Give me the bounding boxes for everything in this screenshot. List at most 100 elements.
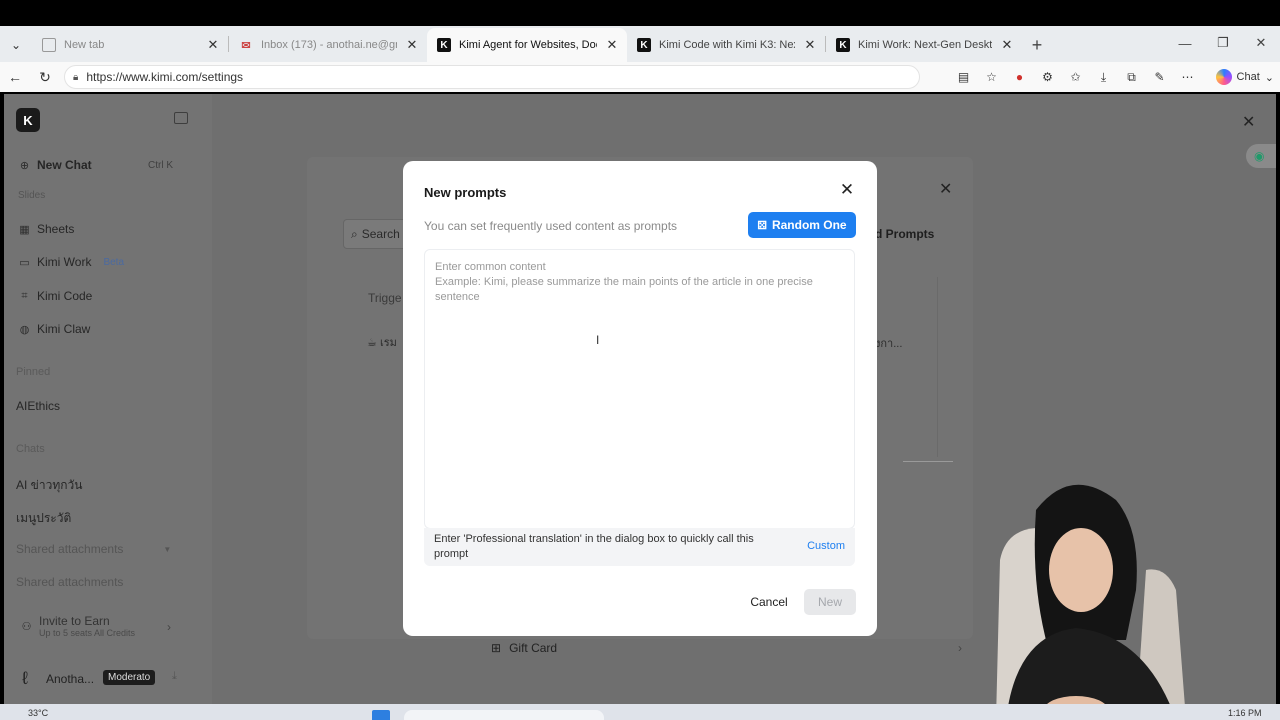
prompt-row-trigger[interactable]: ☕︎ เรม bbox=[367, 333, 397, 351]
pinned-section-label: Pinned bbox=[16, 366, 51, 378]
floating-helper-icon[interactable]: ◉ bbox=[1246, 144, 1276, 168]
random-one-label: Random One bbox=[771, 218, 847, 232]
tab-new-tab[interactable]: New tab ✕ bbox=[32, 28, 228, 62]
prompt-row-content: งกา... bbox=[875, 338, 903, 350]
sidebar-item-new-chat[interactable]: ⊕ New Chat bbox=[18, 158, 92, 172]
screenshot-icon[interactable]: ⧉ bbox=[1118, 64, 1146, 90]
reader-view-icon[interactable]: ▤ bbox=[950, 64, 978, 90]
browser-tab-strip: ⌄ New tab ✕ ✉ Inbox (173) - anothai.ne@g… bbox=[0, 26, 1280, 62]
settings-scrollbar[interactable] bbox=[937, 277, 938, 457]
reload-icon[interactable]: ↻ bbox=[30, 62, 60, 92]
window-controls: — ❐ ✕ bbox=[1166, 26, 1280, 60]
site-info-icon[interactable]: 🔒︎ bbox=[73, 72, 78, 83]
user-name[interactable]: Anotha... bbox=[46, 672, 94, 686]
kimi-icon: K bbox=[637, 38, 651, 52]
kimi-icon: K bbox=[836, 38, 850, 52]
sidebar-item-kimi-work[interactable]: ▭ Kimi Work Beta bbox=[18, 255, 124, 269]
tab-close-icon[interactable]: ✕ bbox=[206, 37, 220, 53]
chats-section-label: Chats bbox=[16, 443, 45, 455]
gift-card-icon: ⊞ bbox=[491, 641, 502, 655]
tab-close-icon[interactable]: ✕ bbox=[803, 37, 817, 53]
invite-subtitle: Up to 5 seats All Credits bbox=[39, 628, 136, 638]
divider bbox=[903, 461, 953, 462]
random-one-button[interactable]: ⚄ Random One bbox=[748, 212, 856, 238]
sidebar-item-kimi-code[interactable]: ⌗ Kimi Code bbox=[18, 289, 92, 303]
window-close-icon[interactable]: ✕ bbox=[1242, 26, 1280, 60]
tab-inbox[interactable]: ✉ Inbox (173) - anothai.ne@gmail.co ✕ bbox=[229, 28, 427, 62]
shared-attachments-item-2[interactable]: Shared attachments bbox=[16, 575, 123, 589]
page-close-icon[interactable]: ✕ bbox=[1242, 112, 1255, 132]
url-text: https://www.kimi.com/settings bbox=[86, 70, 244, 84]
sidebar: K ⊕ New Chat Ctrl K Slides ▦ Sheets ▭ Ki… bbox=[4, 94, 212, 704]
more-options-icon[interactable]: ⋯ bbox=[1174, 64, 1202, 90]
sidebar-item-slides[interactable]: Slides bbox=[18, 190, 45, 201]
tab-title: New tab bbox=[64, 39, 105, 51]
tab-kimi-agent[interactable]: K Kimi Agent for Websites, Documen ✕ bbox=[427, 28, 627, 62]
extension-red-icon[interactable]: ● bbox=[1006, 64, 1034, 90]
browser-extension-icons: ▤ ☆ ● ⚙ ✩ ⤓ ⧉ ✎ ⋯ bbox=[950, 64, 1202, 90]
gmail-icon: ✉ bbox=[241, 39, 251, 52]
tab-kimi-code[interactable]: K Kimi Code with Kimi K3: Next-Gen ✕ bbox=[627, 28, 825, 62]
dialog-title: New prompts bbox=[424, 185, 507, 200]
address-bar[interactable]: 🔒︎ https://www.kimi.com/settings bbox=[64, 65, 920, 89]
new-button[interactable]: New bbox=[804, 589, 856, 615]
webcam-overlay bbox=[996, 484, 1186, 720]
chat-item[interactable]: AI ข่าวทุกวัน bbox=[16, 476, 82, 495]
browser-toolbar: ← ↻ 🔒︎ https://www.kimi.com/settings ▤ ☆… bbox=[0, 62, 1280, 92]
taskbar-search[interactable] bbox=[404, 710, 604, 720]
trigger-hint-text: Enter 'Professional translation' in the … bbox=[434, 533, 754, 560]
gift-icon: ⚇ bbox=[21, 621, 32, 633]
tab-actions-chevron-icon[interactable]: ⌄ bbox=[0, 28, 32, 62]
invite-to-earn[interactable]: ⚇ Invite to Earn Up to 5 seats All Credi… bbox=[20, 614, 171, 638]
pinned-item-aiethics[interactable]: AIEthics bbox=[16, 399, 60, 413]
gift-card-item[interactable]: ⊞ Gift Card bbox=[491, 641, 557, 655]
tab-close-icon[interactable]: ✕ bbox=[605, 37, 619, 53]
downloads-icon[interactable]: ⤓ bbox=[1090, 64, 1118, 90]
tab-close-icon[interactable]: ✕ bbox=[405, 37, 419, 53]
sidebar-item-label: Shared attachments bbox=[16, 575, 124, 589]
close-icon[interactable]: ✕ bbox=[838, 180, 856, 199]
favorites-icon[interactable]: ✩ bbox=[1062, 64, 1090, 90]
favorite-star-icon[interactable]: ☆ bbox=[978, 64, 1006, 90]
chevron-right-icon: › bbox=[167, 620, 172, 634]
avatar[interactable]: ℓ bbox=[22, 668, 38, 690]
tab-title: Kimi Work: Next-Gen Desktop AI A bbox=[858, 39, 992, 51]
new-prompts-dialog: New prompts ✕ You can set frequently use… bbox=[403, 161, 877, 636]
new-tab-plus-icon[interactable]: + bbox=[1022, 28, 1052, 62]
restore-icon[interactable]: ❐ bbox=[1204, 26, 1242, 60]
start-icon[interactable] bbox=[372, 710, 390, 720]
prompt-content-textarea[interactable] bbox=[424, 249, 855, 529]
kimi-logo[interactable]: K bbox=[16, 108, 40, 132]
minimize-icon[interactable]: — bbox=[1166, 26, 1204, 60]
chat-item[interactable]: เมนูประวัติ bbox=[16, 509, 71, 528]
tab-kimi-work[interactable]: K Kimi Work: Next-Gen Desktop AI A ✕ bbox=[826, 28, 1022, 62]
sidebar-item-label: Shared attachments bbox=[16, 542, 124, 556]
tab-close-icon[interactable]: ✕ bbox=[1000, 37, 1014, 53]
back-arrow-icon[interactable]: ← bbox=[0, 62, 30, 92]
cancel-button[interactable]: Cancel bbox=[744, 589, 794, 615]
pen-icon[interactable]: ✎ bbox=[1146, 64, 1174, 90]
beta-badge: Beta bbox=[103, 256, 125, 268]
download-icon[interactable]: ⤓ bbox=[172, 670, 177, 683]
sidebar-item-label: Sheets bbox=[37, 222, 75, 236]
add-prompts-button[interactable]: d Prompts bbox=[875, 227, 934, 241]
search-icon: ⌕ bbox=[351, 226, 358, 241]
chevron-right-icon: › bbox=[958, 641, 962, 655]
os-taskbar: 33°C 1:16 PM bbox=[0, 704, 1280, 720]
custom-trigger-link[interactable]: Custom bbox=[807, 540, 845, 552]
sidebar-item-sheets[interactable]: ▦ Sheets bbox=[18, 222, 74, 236]
new-chat-icon: ⊕ bbox=[19, 159, 30, 172]
sidebar-item-label: Kimi Claw bbox=[37, 322, 91, 336]
settings-search-input[interactable]: ⌕ Search bbox=[343, 219, 409, 249]
tab-title: Inbox (173) - anothai.ne@gmail.co bbox=[261, 39, 397, 51]
screen-top-bar bbox=[0, 0, 1280, 26]
extensions-puzzle-icon[interactable]: ⚙ bbox=[1034, 64, 1062, 90]
sidebar-toggle-icon[interactable] bbox=[174, 112, 188, 124]
sidebar-item-kimi-claw[interactable]: ◍ Kimi Claw bbox=[18, 322, 91, 336]
blank-page-icon bbox=[42, 38, 56, 52]
shared-attachments-item[interactable]: Shared attachments ▼ bbox=[16, 542, 171, 556]
invite-text: Invite to Earn Up to 5 seats All Credits bbox=[39, 614, 135, 638]
copilot-chat-button[interactable]: Chat ⌄ bbox=[1210, 69, 1280, 85]
sidebar-item-label: Kimi Work bbox=[37, 255, 92, 269]
settings-close-icon[interactable]: ✕ bbox=[939, 179, 952, 199]
